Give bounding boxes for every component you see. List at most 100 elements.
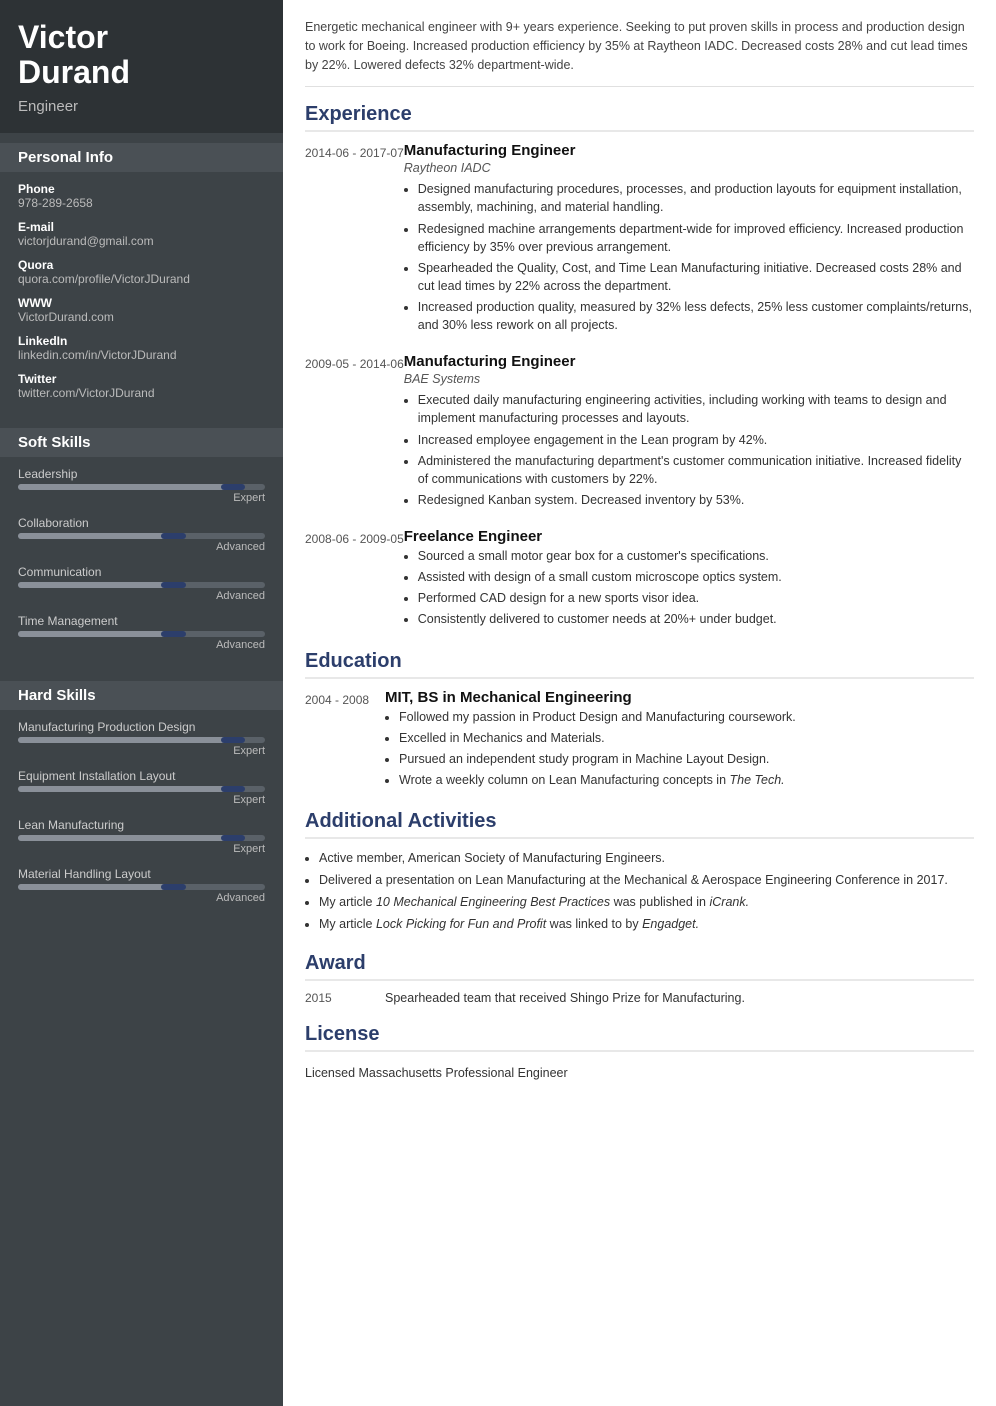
bullet-item: Increased production quality, measured b… bbox=[418, 298, 974, 334]
personal-item: E-mailvictorjdurand@gmail.com bbox=[18, 220, 265, 248]
skill-item: Equipment Installation Layout Expert bbox=[18, 769, 265, 806]
bullet-item: Wrote a weekly column on Lean Manufactur… bbox=[399, 771, 974, 789]
bullet-item: Pursued an independent study program in … bbox=[399, 750, 974, 768]
bullet-item: Designed manufacturing procedures, proce… bbox=[418, 180, 974, 216]
personal-label: E-mail bbox=[18, 220, 265, 234]
bullet-item: Sourced a small motor gear box for a cus… bbox=[418, 547, 974, 565]
activities-list: Active member, American Society of Manuf… bbox=[305, 849, 974, 934]
entry: 2014-06 - 2017-07 Manufacturing Engineer… bbox=[305, 142, 974, 337]
bullet-item: Performed CAD design for a new sports vi… bbox=[418, 589, 974, 607]
skill-level: Advanced bbox=[18, 541, 265, 553]
personal-value: quora.com/profile/VictorJDurand bbox=[18, 272, 265, 286]
hard-skills-section: Hard Skills Manufacturing Production Des… bbox=[0, 671, 283, 924]
skill-bar-accent bbox=[161, 631, 186, 637]
entry-date: 2009-05 - 2014-06 bbox=[305, 353, 404, 512]
skill-name: Time Management bbox=[18, 614, 265, 628]
skill-bar-fill bbox=[18, 582, 179, 588]
skill-bar bbox=[18, 631, 265, 637]
entry: 2008-06 - 2009-05 Freelance Engineer Sou… bbox=[305, 528, 974, 632]
candidate-name: Victor Durand bbox=[18, 20, 265, 90]
skill-item: Material Handling Layout Advanced bbox=[18, 867, 265, 904]
skill-bar-accent bbox=[161, 884, 186, 890]
bullet-item: Assisted with design of a small custom m… bbox=[418, 568, 974, 586]
skill-bar-fill bbox=[18, 631, 179, 637]
hard-skills-heading: Hard Skills bbox=[0, 681, 283, 710]
skill-bar-fill bbox=[18, 835, 240, 841]
sidebar-header: Victor Durand Engineer bbox=[0, 0, 283, 133]
personal-item: LinkedInlinkedin.com/in/VictorJDurand bbox=[18, 334, 265, 362]
skill-bar-accent bbox=[161, 533, 186, 539]
personal-item: Phone978-289-2658 bbox=[18, 182, 265, 210]
skill-name: Lean Manufacturing bbox=[18, 818, 265, 832]
skill-level: Advanced bbox=[18, 639, 265, 651]
skill-name: Communication bbox=[18, 565, 265, 579]
skill-level: Expert bbox=[18, 492, 265, 504]
skill-bar bbox=[18, 786, 265, 792]
personal-item: Quoraquora.com/profile/VictorJDurand bbox=[18, 258, 265, 286]
license-text: Licensed Massachusetts Professional Engi… bbox=[305, 1062, 974, 1080]
bullet-item: Administered the manufacturing departmen… bbox=[418, 452, 974, 488]
skill-name: Material Handling Layout bbox=[18, 867, 265, 881]
award-heading: Award bbox=[305, 952, 974, 981]
entry: 2004 - 2008 MIT, BS in Mechanical Engine… bbox=[305, 689, 974, 793]
bullet-item: Increased employee engagement in the Lea… bbox=[418, 431, 974, 449]
skill-item: Manufacturing Production Design Expert bbox=[18, 720, 265, 757]
personal-item: Twittertwitter.com/VictorJDurand bbox=[18, 372, 265, 400]
entry-content: Manufacturing Engineer Raytheon IADC Des… bbox=[404, 142, 974, 337]
license-section: License Licensed Massachusetts Professio… bbox=[305, 1023, 974, 1080]
personal-value: VictorDurand.com bbox=[18, 310, 265, 324]
personal-item: WWWVictorDurand.com bbox=[18, 296, 265, 324]
skill-level: Advanced bbox=[18, 892, 265, 904]
bullet-item: Consistently delivered to customer needs… bbox=[418, 610, 974, 628]
skill-item: Lean Manufacturing Expert bbox=[18, 818, 265, 855]
last-name: Durand bbox=[18, 54, 130, 90]
skill-level: Advanced bbox=[18, 590, 265, 602]
award-section: Award 2015 Spearheaded team that receive… bbox=[305, 952, 974, 1005]
entry-company: BAE Systems bbox=[404, 372, 974, 386]
skill-name: Manufacturing Production Design bbox=[18, 720, 265, 734]
skill-bar bbox=[18, 737, 265, 743]
entry-company: Raytheon IADC bbox=[404, 161, 974, 175]
skill-bar-accent bbox=[221, 835, 246, 841]
skill-bar-fill bbox=[18, 484, 240, 490]
activities-content: Active member, American Society of Manuf… bbox=[305, 849, 974, 934]
skill-bar-accent bbox=[221, 484, 246, 490]
skill-item: Collaboration Advanced bbox=[18, 516, 265, 553]
activity-item: My article Lock Picking for Fun and Prof… bbox=[319, 915, 974, 933]
personal-info-section: Personal Info Phone978-289-2658 E-mailvic… bbox=[0, 133, 283, 418]
bullet-item: Redesigned Kanban system. Decreased inve… bbox=[418, 491, 974, 509]
experience-heading: Experience bbox=[305, 103, 974, 132]
bullet-item: Spearheaded the Quality, Cost, and Time … bbox=[418, 259, 974, 295]
summary-text: Energetic mechanical engineer with 9+ ye… bbox=[305, 18, 974, 87]
award-entry: 2015 Spearheaded team that received Shin… bbox=[305, 991, 974, 1005]
entry-date: 2004 - 2008 bbox=[305, 689, 385, 793]
soft-skill-items: Leadership Expert Collaboration Advanced… bbox=[18, 467, 265, 651]
first-name: Victor bbox=[18, 19, 108, 55]
education-heading: Education bbox=[305, 650, 974, 679]
skill-bar-fill bbox=[18, 884, 179, 890]
skill-bar-fill bbox=[18, 533, 179, 539]
personal-value: victorjdurand@gmail.com bbox=[18, 234, 265, 248]
skill-bar-accent bbox=[221, 737, 246, 743]
skill-name: Leadership bbox=[18, 467, 265, 481]
skill-item: Communication Advanced bbox=[18, 565, 265, 602]
bullet-item: Redesigned machine arrangements departme… bbox=[418, 220, 974, 256]
entry-title: Freelance Engineer bbox=[404, 528, 974, 545]
entry-bullets: Designed manufacturing procedures, proce… bbox=[404, 180, 974, 334]
skill-level: Expert bbox=[18, 745, 265, 757]
bullet-item: Excelled in Mechanics and Materials. bbox=[399, 729, 974, 747]
skill-name: Equipment Installation Layout bbox=[18, 769, 265, 783]
skill-bar bbox=[18, 533, 265, 539]
soft-skills-heading: Soft Skills bbox=[0, 428, 283, 457]
entry-bullets: Executed daily manufacturing engineering… bbox=[404, 391, 974, 509]
personal-label: WWW bbox=[18, 296, 265, 310]
skill-item: Leadership Expert bbox=[18, 467, 265, 504]
hard-skill-items: Manufacturing Production Design Expert E… bbox=[18, 720, 265, 904]
personal-info-heading: Personal Info bbox=[0, 143, 283, 172]
skill-level: Expert bbox=[18, 843, 265, 855]
skill-bar-accent bbox=[221, 786, 246, 792]
skill-level: Expert bbox=[18, 794, 265, 806]
license-heading: License bbox=[305, 1023, 974, 1052]
award-text: Spearheaded team that received Shingo Pr… bbox=[385, 991, 745, 1005]
soft-skills-section: Soft Skills Leadership Expert Collaborat… bbox=[0, 418, 283, 671]
